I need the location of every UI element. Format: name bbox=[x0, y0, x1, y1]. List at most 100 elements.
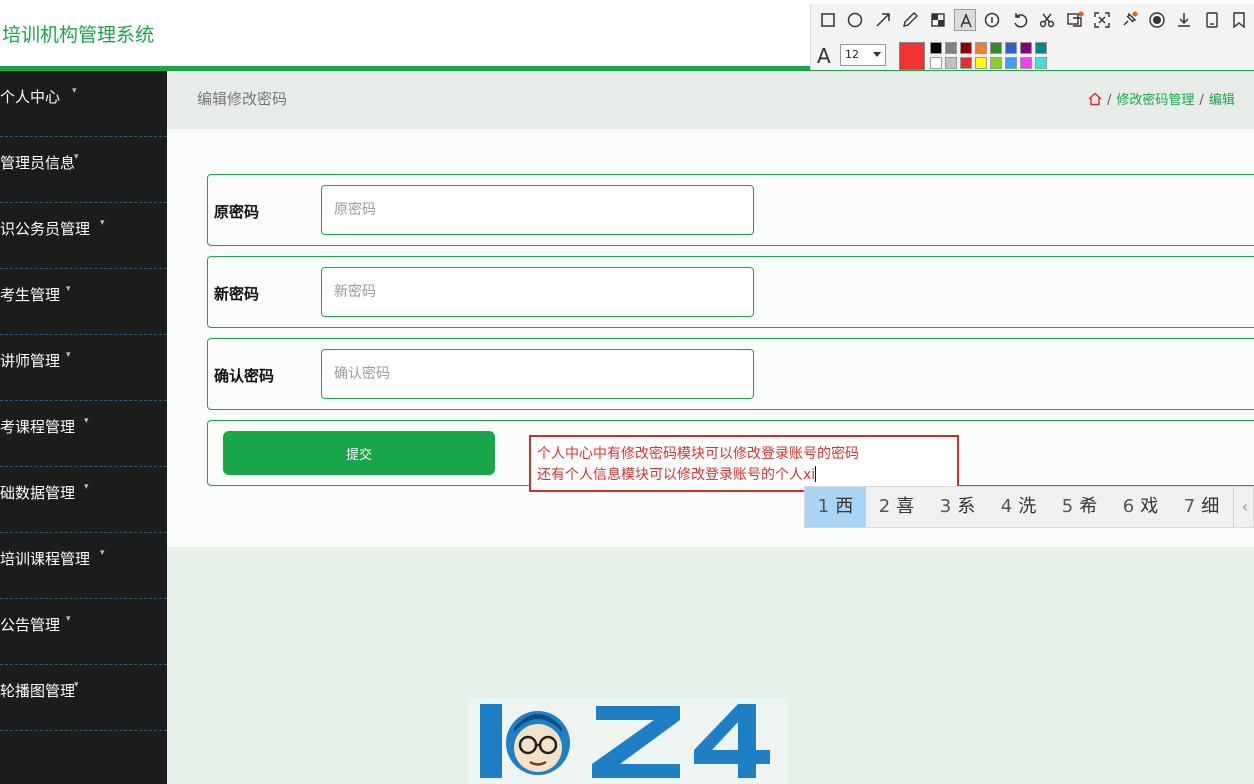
ime-candidate-char: 西 bbox=[835, 496, 854, 517]
color-swatch[interactable] bbox=[1005, 57, 1017, 69]
ime-candidate-number: 7 bbox=[1183, 496, 1196, 517]
color-swatch[interactable] bbox=[1005, 42, 1017, 54]
ime-candidate-char: 系 bbox=[957, 496, 976, 517]
breadcrumb-link-password[interactable]: 修改密码管理 bbox=[1116, 93, 1194, 108]
ime-candidate-char: 洗 bbox=[1018, 496, 1037, 517]
color-swatch[interactable] bbox=[1035, 42, 1047, 54]
cut-icon[interactable] bbox=[1036, 9, 1058, 31]
font-size-value: 12 bbox=[845, 48, 859, 61]
ime-candidate-char: 喜 bbox=[896, 496, 915, 517]
chevron-down-icon: ▾ bbox=[84, 482, 89, 492]
ime-candidate[interactable]: 4洗 bbox=[988, 487, 1049, 527]
confirm-password-input[interactable] bbox=[321, 349, 754, 399]
new-password-label: 新密码 bbox=[214, 285, 260, 303]
color-swatch[interactable] bbox=[1035, 57, 1047, 69]
sidebar-item[interactable]: 公告管理 ▾ bbox=[0, 599, 167, 665]
ime-candidate-number: 6 bbox=[1122, 496, 1135, 517]
sidebar-item[interactable]: 培训课程管理 ▾ bbox=[0, 533, 167, 599]
color-swatch[interactable] bbox=[975, 57, 987, 69]
sidebar-item[interactable]: 识公务员管理 ▾ bbox=[0, 203, 167, 269]
chevron-down-icon: ▾ bbox=[74, 680, 79, 690]
rectangle-icon[interactable] bbox=[817, 9, 839, 31]
number-icon[interactable] bbox=[981, 9, 1003, 31]
record-icon[interactable] bbox=[1146, 9, 1168, 31]
sidebar-item-label: 讲师管理 bbox=[0, 352, 61, 370]
home-icon[interactable] bbox=[1088, 92, 1102, 106]
color-swatch[interactable] bbox=[930, 57, 942, 69]
pencil-icon[interactable] bbox=[899, 9, 921, 31]
confirm-password-label: 确认密码 bbox=[214, 367, 275, 385]
chevron-down-icon: ▾ bbox=[100, 218, 105, 228]
font-size-icon: A bbox=[817, 44, 831, 68]
submit-button[interactable]: 提交 bbox=[223, 431, 495, 475]
form-row-confirm-password: 确认密码 bbox=[207, 338, 1254, 410]
ime-candidate[interactable]: 2喜 bbox=[866, 487, 927, 527]
sidebar-item-label: 考课程管理 bbox=[0, 418, 76, 436]
form-row-new-password: 新密码 bbox=[207, 256, 1254, 328]
save-icon[interactable] bbox=[1201, 9, 1223, 31]
sidebar-item-label: 考生管理 bbox=[0, 286, 61, 304]
sidebar-item-label: 培训课程管理 bbox=[0, 550, 91, 568]
new-password-input[interactable] bbox=[321, 267, 754, 317]
annotation-textbox[interactable]: 个人中心中有修改密码模块可以修改登录账号的密码 还有个人信息模块可以修改登录账号… bbox=[529, 435, 959, 492]
sidebar-item-label: 轮播图管理 bbox=[0, 682, 76, 700]
sidebar-item-label: 个人中心 bbox=[0, 88, 61, 106]
bookmark-icon[interactable] bbox=[1228, 9, 1250, 31]
sidebar-item[interactable]: 个人中心 ▾ bbox=[0, 71, 167, 137]
color-swatch[interactable] bbox=[1020, 42, 1032, 54]
color-swatch[interactable] bbox=[990, 57, 1002, 69]
ime-candidate-number: 4 bbox=[1000, 496, 1013, 517]
color-swatch[interactable] bbox=[960, 42, 972, 54]
ime-candidate-char: 希 bbox=[1079, 496, 1098, 517]
ime-candidate[interactable]: 5希 bbox=[1049, 487, 1110, 527]
color-swatch[interactable] bbox=[1020, 57, 1032, 69]
chevron-down-icon: ▾ bbox=[72, 86, 77, 96]
old-password-input[interactable] bbox=[321, 185, 754, 235]
translate-icon[interactable] bbox=[1064, 9, 1086, 31]
current-color-swatch[interactable] bbox=[899, 42, 925, 70]
color-swatch[interactable] bbox=[945, 42, 957, 54]
arrow-icon[interactable] bbox=[872, 9, 894, 31]
mosaic-icon[interactable] bbox=[927, 9, 949, 31]
sidebar-item[interactable]: 轮播图管理 ▾ bbox=[0, 665, 167, 731]
ime-candidate-char: 戏 bbox=[1140, 496, 1159, 517]
ime-candidate-number: 1 bbox=[817, 496, 830, 517]
sidebar-item[interactable]: 管理员信息 ▾ bbox=[0, 137, 167, 203]
sidebar-item[interactable]: 考课程管理 ▾ bbox=[0, 401, 167, 467]
breadcrumb-bar: 编辑修改密码 / 修改密码管理 / 编辑 bbox=[167, 71, 1254, 129]
ocr-icon[interactable] bbox=[1091, 9, 1113, 31]
text-icon[interactable] bbox=[954, 9, 976, 31]
color-swatch[interactable] bbox=[930, 42, 942, 54]
pin-icon[interactable] bbox=[1118, 9, 1140, 31]
sidebar-item-label: 公告管理 bbox=[0, 616, 61, 634]
watermark-logo bbox=[468, 698, 788, 784]
form-row-old-password: 原密码 bbox=[207, 174, 1254, 246]
sidebar: 个人中心 ▾ 管理员信息 ▾ 识公务员管理 ▾ 考生管理 ▾ 讲师管理 ▾ 考课程管理 ▾ 础数据管理 ▾… bbox=[0, 71, 167, 784]
ime-candidate-number: 5 bbox=[1061, 496, 1074, 517]
color-swatch[interactable] bbox=[945, 57, 957, 69]
sidebar-item[interactable]: 考生管理 ▾ bbox=[0, 269, 167, 335]
download-icon[interactable] bbox=[1173, 9, 1195, 31]
page-title: 编辑修改密码 bbox=[197, 90, 288, 108]
ime-candidate[interactable]: 3系 bbox=[927, 487, 988, 527]
color-swatch[interactable] bbox=[990, 42, 1002, 54]
undo-icon[interactable] bbox=[1009, 9, 1031, 31]
ime-candidate[interactable]: 6戏 bbox=[1110, 487, 1171, 527]
ime-candidate[interactable]: 1西 bbox=[805, 487, 866, 527]
sidebar-item-label: 管理员信息 bbox=[0, 154, 76, 172]
sidebar-item[interactable]: 讲师管理 ▾ bbox=[0, 335, 167, 401]
color-swatch[interactable] bbox=[960, 57, 972, 69]
ime-candidate-char: 细 bbox=[1201, 496, 1220, 517]
ime-prev-page-icon[interactable]: ‹ bbox=[1233, 487, 1254, 527]
text-caret bbox=[815, 466, 817, 482]
color-swatch[interactable] bbox=[975, 42, 987, 54]
font-size-select[interactable]: 12 bbox=[840, 44, 886, 66]
chevron-down-icon: ▾ bbox=[66, 614, 71, 624]
sidebar-item[interactable]: 础数据管理 ▾ bbox=[0, 467, 167, 533]
annotation-line-1: 个人中心中有修改密码模块可以修改登录账号的密码 bbox=[537, 446, 859, 462]
breadcrumb: / 修改密码管理 / 编辑 bbox=[1088, 89, 1235, 108]
sidebar-item-label: 础数据管理 bbox=[0, 484, 76, 502]
ime-candidate[interactable]: 7细 bbox=[1171, 487, 1232, 527]
sidebar-item-label: 识公务员管理 bbox=[0, 220, 91, 238]
ellipse-icon[interactable] bbox=[844, 9, 866, 31]
